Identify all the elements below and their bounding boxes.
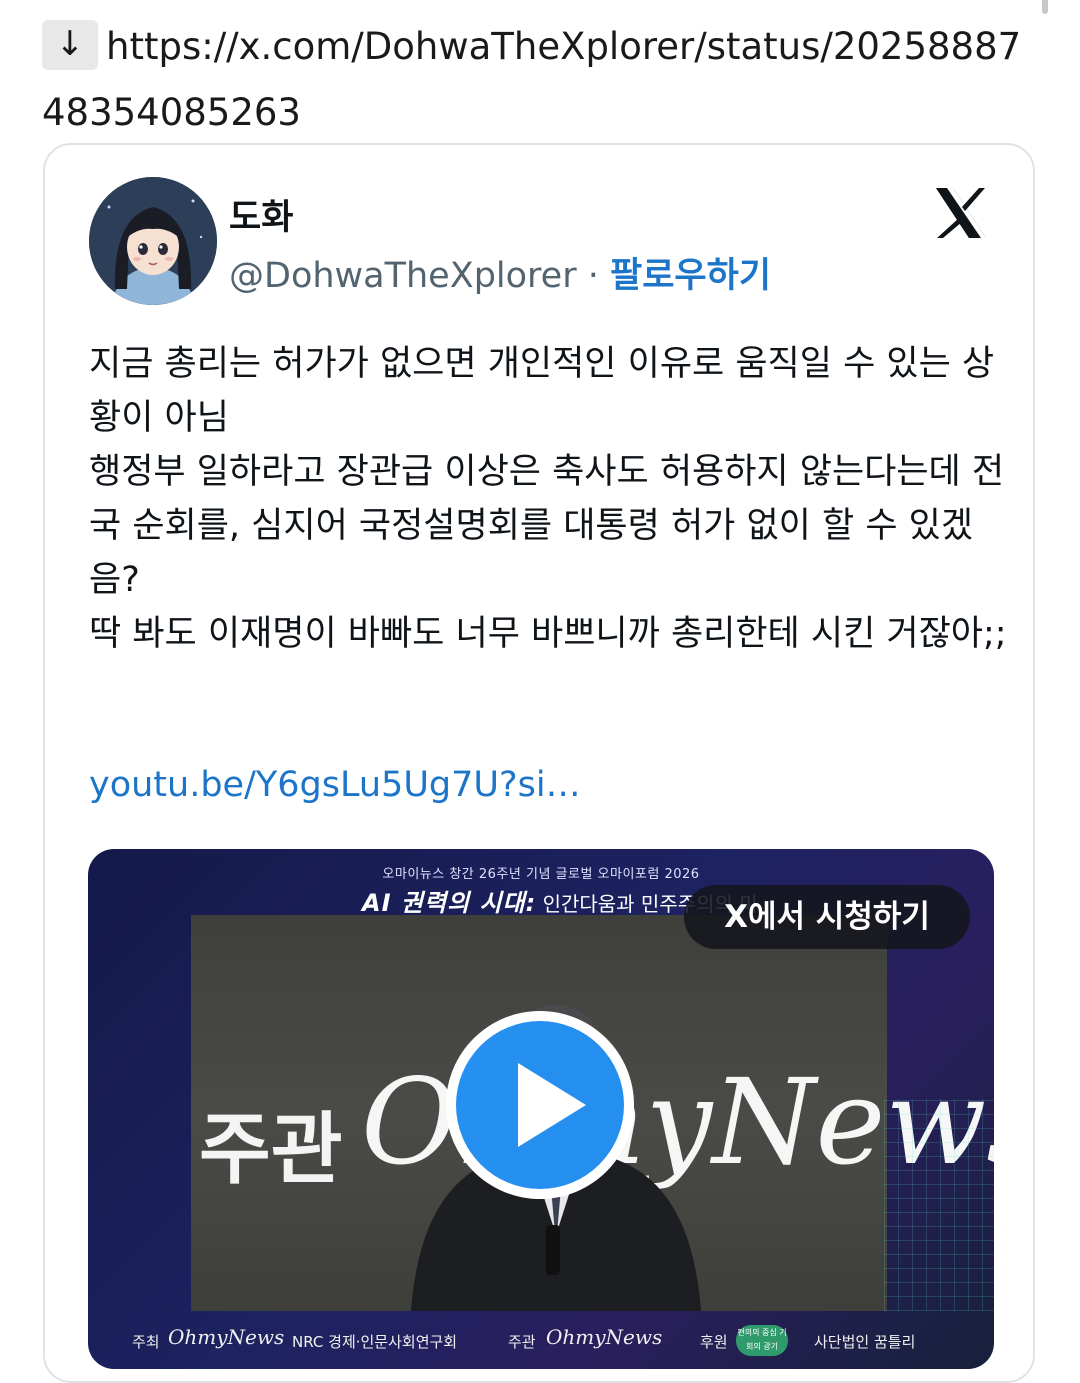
organizer-label: 주관 <box>508 1333 536 1351</box>
stage-text-left: 주관 <box>199 1105 343 1195</box>
avatar[interactable] <box>89 177 217 305</box>
url-line[interactable]: ↓ https://x.com/DohwaTheXplorer/status/20… <box>42 14 1042 146</box>
follow-button[interactable]: 팔로우하기 <box>610 256 771 296</box>
url-text[interactable]: https://x.com/DohwaTheXplorer/status/202… <box>42 25 1021 134</box>
video-thumbnail[interactable]: 오마이뉴스 창간 26주년 기념 글로벌 오마이포럼 2026 AI 권력의 시… <box>88 849 994 1369</box>
tweet-embed-card[interactable]: 도화 @DohwaTheXplorer · 팔로우하기 지금 총리는 허가가 없… <box>43 143 1035 1383</box>
separator-dot: · <box>587 256 599 296</box>
tweet-link[interactable]: youtu.be/Y6gsLu5Ug7U?si… <box>89 765 581 805</box>
decorative-grid <box>884 1099 994 1311</box>
sponsor-label: 후원 <box>700 1333 728 1351</box>
host-label: 주최 <box>132 1333 160 1351</box>
play-icon <box>456 1021 624 1189</box>
handle-row: @DohwaTheXplorer · 팔로우하기 <box>229 247 771 298</box>
down-arrow-icon[interactable]: ↓ <box>42 20 98 70</box>
partner-label: 사단법인 꿈틀리 <box>814 1333 916 1351</box>
sponsor-badge: 편의의 중심 기회의 광기 <box>736 1325 788 1356</box>
watch-on-x-button[interactable]: X에서 시청하기 <box>684 885 970 949</box>
x-logo-icon[interactable] <box>933 185 989 241</box>
host-name: OhmyNews <box>168 1325 285 1349</box>
scrollbar-thumb[interactable] <box>1042 0 1048 14</box>
play-button[interactable] <box>446 1011 634 1199</box>
banner-title-bold: AI 권력의 시대: <box>362 889 537 917</box>
nrc-label: NRC 경제·인문사회연구회 <box>292 1333 458 1351</box>
play-triangle <box>518 1063 586 1147</box>
tweet-text: 지금 총리는 허가가 없으면 개인적인 이유로 움직일 수 있는 상황이 아님 … <box>89 344 1007 654</box>
display-name[interactable]: 도화 <box>229 189 293 240</box>
banner-top-text: 오마이뉴스 창간 26주년 기념 글로벌 오마이포럼 2026 <box>382 867 700 882</box>
user-handle[interactable]: @DohwaTheXplorer <box>229 256 577 296</box>
organizer-name: OhmyNews <box>546 1325 663 1349</box>
sponsor-strip: 주최 OhmyNews NRC 경제·인문사회연구회 주관 OhmyNews 후… <box>88 1311 994 1369</box>
